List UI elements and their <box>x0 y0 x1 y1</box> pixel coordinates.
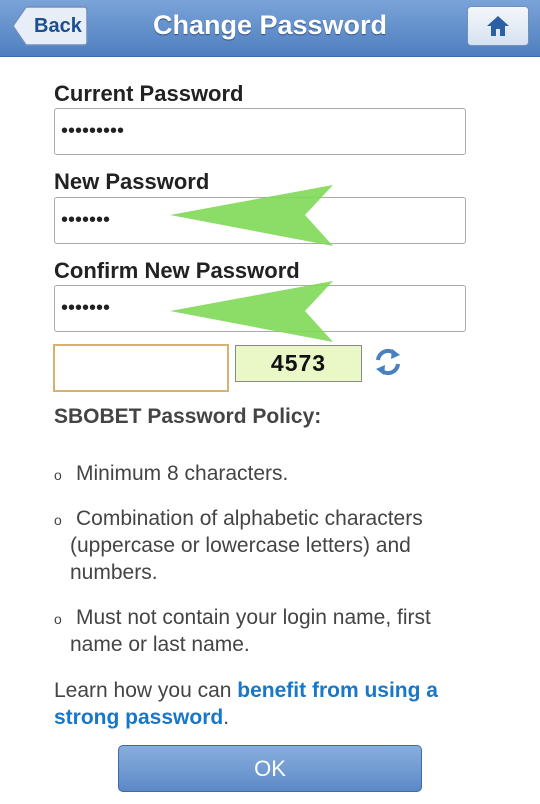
learn-prefix: Learn how you can <box>54 679 238 702</box>
current-password-label: Current Password <box>54 81 244 106</box>
captcha-input[interactable] <box>53 344 229 392</box>
bullet-icon: o <box>54 611 62 627</box>
policy-item-text: Must not contain your login name, first … <box>70 606 431 656</box>
green-arrow-annotation <box>170 281 333 342</box>
ok-button[interactable]: OK <box>118 745 422 792</box>
policy-title: SBOBET Password Policy: <box>54 405 322 428</box>
policy-item-text: Minimum 8 characters. <box>76 462 289 485</box>
policy-item: o Must not contain your login name, firs… <box>54 604 484 658</box>
learn-more-text: Learn how you can benefit from using a s… <box>54 677 494 731</box>
policy-item-text: Combination of alphabetic characters (up… <box>70 507 423 584</box>
home-button[interactable] <box>467 6 529 46</box>
policy-item: o Combination of alphabetic characters (… <box>54 505 484 586</box>
green-arrow-annotation <box>170 185 333 246</box>
bullet-icon: o <box>54 467 62 483</box>
refresh-icon[interactable] <box>372 346 404 378</box>
home-icon <box>487 16 509 36</box>
bullet-icon: o <box>54 512 62 528</box>
current-password-field[interactable]: ••••••••• <box>54 108 466 155</box>
page-title: Change Password <box>152 10 388 40</box>
policy-item: o Minimum 8 characters. <box>54 460 484 487</box>
header-bar: Back Change Password <box>0 0 540 57</box>
captcha-code: 4573 <box>235 345 362 382</box>
learn-suffix: . <box>223 706 230 729</box>
